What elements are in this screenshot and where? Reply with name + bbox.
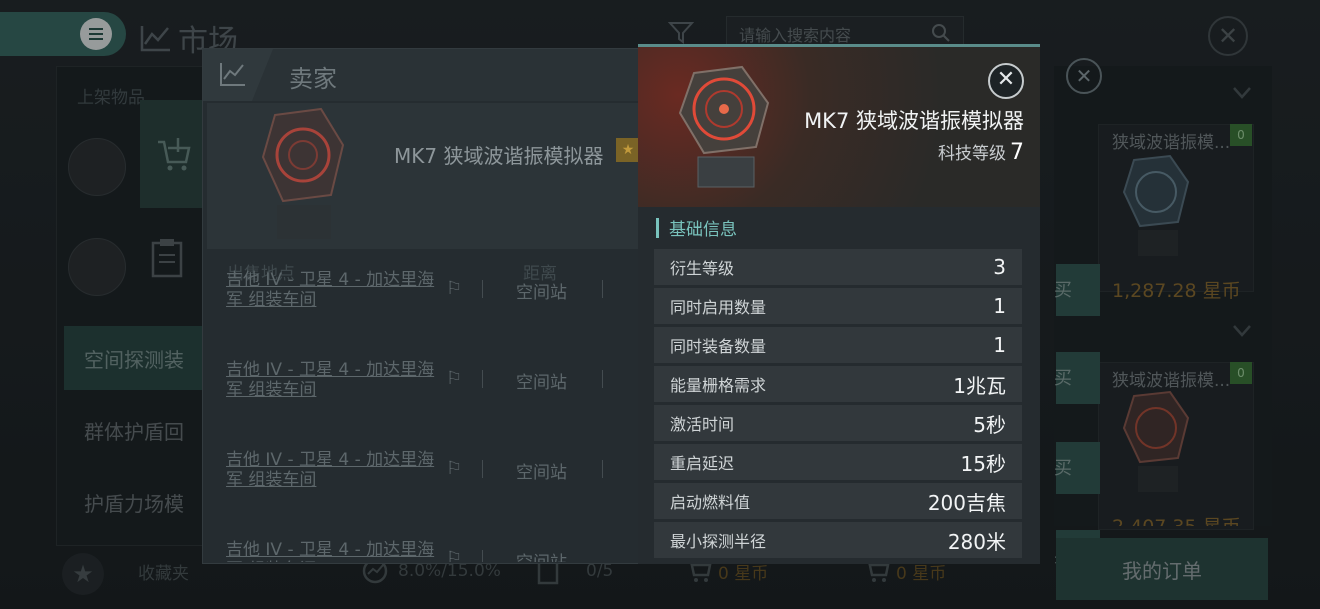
detail-item-name: MK7 狭域波谐振模拟器 <box>804 109 1024 133</box>
attribute-row: 同时装备数量 1 <box>654 327 1022 363</box>
attribute-label: 重启延迟 <box>670 454 735 473</box>
dock-icon[interactable]: ⚐ <box>446 458 476 482</box>
table-row[interactable]: 吉他 IV - 卫星 4 - 加达里海军 组装车间 ⚐ 空间站 <box>226 360 646 440</box>
dock-icon[interactable]: ⚐ <box>446 278 476 302</box>
star-icon: ★ <box>616 138 640 162</box>
station-link[interactable]: 吉他 IV - 卫星 4 - 加达里海军 组装车间 <box>226 450 436 490</box>
attribute-label: 同时装备数量 <box>670 337 767 356</box>
attribute-value: 15秒 <box>960 451 1006 476</box>
attribute-row: 激活时间 5秒 <box>654 405 1022 441</box>
attribute-value: 1 <box>993 294 1006 318</box>
attribute-label: 能量栅格需求 <box>670 376 767 395</box>
section-accent-bar <box>656 217 659 238</box>
seller-item-name: MK7 狭域波谐振模拟器 <box>394 144 604 168</box>
attribute-row: 衍生等级 3 <box>654 249 1022 285</box>
attribute-row: 最小探测半径 280米 <box>654 522 1022 558</box>
attribute-value: 280米 <box>947 529 1006 554</box>
attribute-row: 能量栅格需求 1兆瓦 <box>654 366 1022 402</box>
station-type: 空间站 <box>516 283 567 303</box>
dock-icon[interactable]: ⚐ <box>446 548 476 562</box>
table-row[interactable]: 吉他 IV - 卫星 4 - 加达里海军 组装车间 ⚐ 空间站 <box>226 540 646 562</box>
table-row[interactable]: 吉他 IV - 卫星 4 - 加达里海军 组装车间 ⚐ 空间站 <box>226 270 646 350</box>
attribute-label: 激活时间 <box>670 415 735 434</box>
attribute-label: 最小探测半径 <box>670 532 767 551</box>
station-link[interactable]: 吉他 IV - 卫星 4 - 加达里海军 组装车间 <box>226 270 436 310</box>
station-link[interactable]: 吉他 IV - 卫星 4 - 加达里海军 组装车间 <box>226 540 436 562</box>
table-row[interactable]: 吉他 IV - 卫星 4 - 加达里海军 组装车间 ⚐ 空间站 <box>226 450 646 530</box>
seller-title: 卖家 <box>289 65 337 93</box>
attribute-row: 启动燃料值 200吉焦 <box>654 483 1022 519</box>
attribute-value: 1 <box>993 333 1006 357</box>
section-title: 基础信息 <box>669 220 737 240</box>
resonator-module-icon <box>261 107 345 239</box>
seller-tab[interactable] <box>203 49 273 101</box>
section-header: 基础信息 <box>656 215 737 240</box>
attribute-value: 3 <box>993 255 1006 279</box>
attribute-value: 1兆瓦 <box>953 373 1006 398</box>
attribute-value: 200吉焦 <box>927 490 1006 515</box>
tech-level-label: 科技等级 <box>938 144 1006 164</box>
attribute-label: 衍生等级 <box>670 259 735 278</box>
dock-icon[interactable]: ⚐ <box>446 368 476 392</box>
attribute-label: 同时启用数量 <box>670 298 767 317</box>
resonator-module-icon <box>678 65 770 188</box>
item-detail-popup: ✕ MK7 狭域波谐振模拟器 科技等级 7 基础信息 衍生等级 3 同时启用数量 1… <box>638 44 1040 564</box>
tech-level-value: 7 <box>1010 140 1024 165</box>
station-link[interactable]: 吉他 IV - 卫星 4 - 加达里海军 组装车间 <box>226 360 436 400</box>
tech-level: 科技等级 7 <box>938 139 1024 165</box>
station-type: 空间站 <box>516 463 567 483</box>
station-type: 空间站 <box>516 373 567 393</box>
seller-header: 卖家 <box>203 49 643 101</box>
station-type: 空间站 <box>516 548 567 562</box>
attribute-row: 重启延迟 15秒 <box>654 444 1022 480</box>
chart-icon <box>220 63 245 86</box>
attribute-value: 5秒 <box>973 412 1006 437</box>
close-icon[interactable]: ✕ <box>988 63 1024 99</box>
attribute-label: 启动燃料值 <box>670 493 751 512</box>
close-icon[interactable]: ✕ <box>1066 58 1102 94</box>
attribute-row: 同时启用数量 1 <box>654 288 1022 324</box>
